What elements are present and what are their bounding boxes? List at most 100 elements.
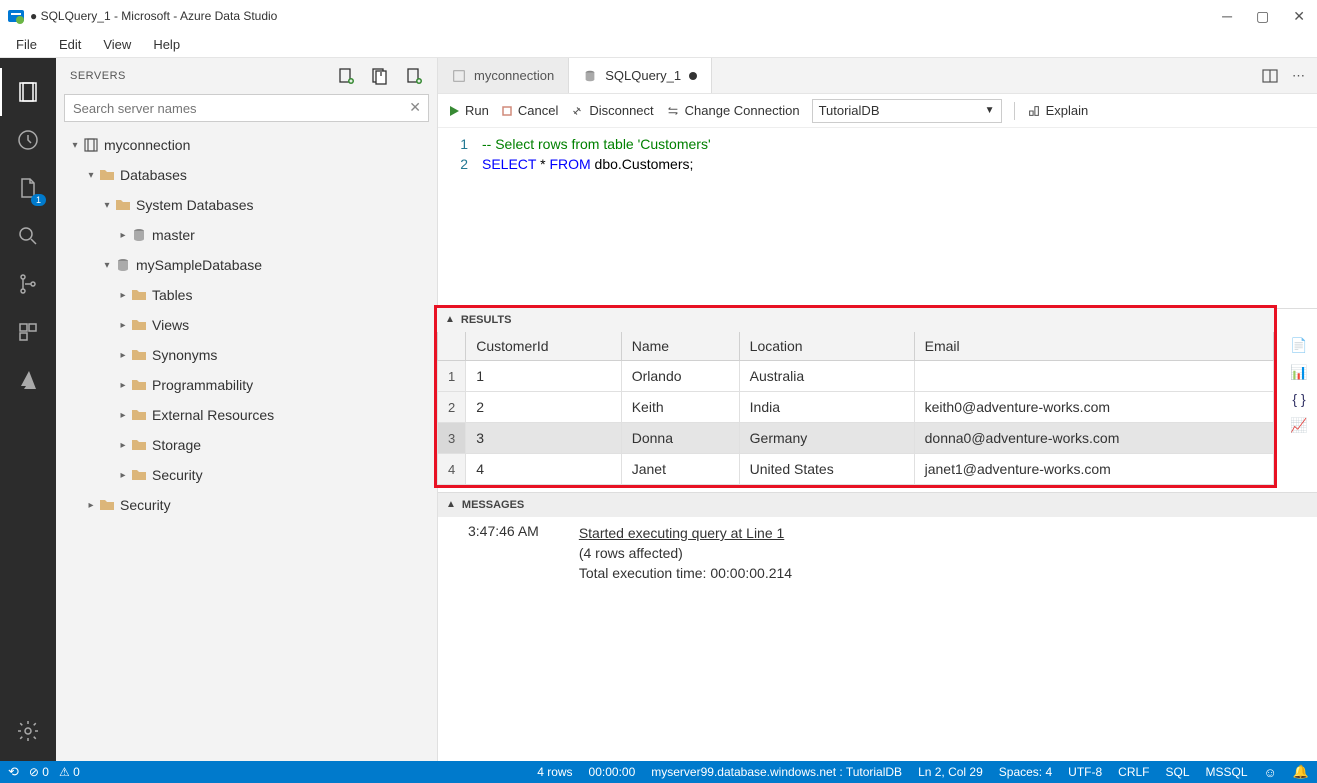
messages-panel: ▲MESSAGES 3:47:46 AM Started executing q… <box>438 492 1317 589</box>
tree-folder-storage[interactable]: ▸Storage <box>56 430 437 460</box>
tree-folder-tables[interactable]: ▸Tables <box>56 280 437 310</box>
disconnect-button[interactable]: Disconnect <box>570 103 653 118</box>
results-panel: ▲RESULTS CustomerId Name Location Email … <box>438 308 1317 761</box>
tree-system-databases[interactable]: ▾System Databases <box>56 190 437 220</box>
tree-folder-synonyms[interactable]: ▸Synonyms <box>56 340 437 370</box>
cancel-button: Cancel <box>501 103 558 118</box>
save-json-icon[interactable]: { } <box>1292 391 1305 407</box>
remote-icon[interactable]: ⟲ <box>8 764 19 780</box>
activitybar: 1 <box>0 58 56 761</box>
col-location[interactable]: Location <box>739 332 914 361</box>
separator <box>1014 102 1015 120</box>
message-line: Total execution time: 00:00:00.214 <box>579 563 792 583</box>
message-time: 3:47:46 AM <box>468 523 539 583</box>
tree-folder-programmability[interactable]: ▸Programmability <box>56 370 437 400</box>
sidebar: SERVERS ✕ ▾myconnection ▾Databases ▾Syst… <box>56 58 438 761</box>
window-title: ● SQLQuery_1 - Microsoft - Azure Data St… <box>30 9 277 23</box>
menubar: File Edit View Help <box>0 32 1317 58</box>
server-icon <box>452 69 466 83</box>
line-gutter: 1 2 <box>438 134 482 308</box>
feedback-icon[interactable]: ☺ <box>1264 765 1277 780</box>
status-rows[interactable]: 4 rows <box>537 765 572 779</box>
status-eol[interactable]: CRLF <box>1118 765 1149 779</box>
messages-header[interactable]: ▲MESSAGES <box>438 493 1317 517</box>
activity-explorer[interactable]: 1 <box>0 164 56 212</box>
database-icon <box>583 69 597 83</box>
save-csv-icon[interactable]: 📄 <box>1290 337 1307 354</box>
activity-settings[interactable] <box>0 707 56 755</box>
run-button[interactable]: Run <box>448 103 489 118</box>
more-actions-icon[interactable]: ⋯ <box>1292 68 1305 84</box>
code-editor[interactable]: 1 2 -- Select rows from table 'Customers… <box>438 128 1317 308</box>
dirty-indicator-icon <box>689 72 697 80</box>
status-elapsed[interactable]: 00:00:00 <box>589 765 636 779</box>
titlebar: ● SQLQuery_1 - Microsoft - Azure Data St… <box>0 0 1317 32</box>
tab-myconnection[interactable]: myconnection <box>438 58 569 93</box>
menu-help[interactable]: Help <box>143 34 190 55</box>
tree-sample-db[interactable]: ▾mySampleDatabase <box>56 250 437 280</box>
save-excel-icon[interactable]: 📊 <box>1290 364 1307 381</box>
tree-folder-views[interactable]: ▸Views <box>56 310 437 340</box>
clear-search-icon[interactable]: ✕ <box>409 99 421 116</box>
search-input[interactable] <box>64 94 429 122</box>
status-mode[interactable]: MSSQL <box>1206 765 1248 779</box>
split-editor-icon[interactable] <box>1262 68 1278 84</box>
table-row[interactable]: 11OrlandoAustralia <box>438 361 1274 392</box>
new-group-icon[interactable] <box>371 67 389 85</box>
editor-toolbar: Run Cancel Disconnect Change Connection … <box>438 94 1317 128</box>
results-actions: 📄 📊 { } 📈 <box>1281 309 1317 492</box>
tree-security[interactable]: ▸Security <box>56 490 437 520</box>
status-errors[interactable]: ⊘ 0 <box>29 765 49 779</box>
tree-master-db[interactable]: ▸master <box>56 220 437 250</box>
status-warnings[interactable]: ⚠ 0 <box>59 765 80 779</box>
message-line: (4 rows affected) <box>579 543 792 563</box>
explain-button[interactable]: Explain <box>1027 103 1089 118</box>
activity-search[interactable] <box>0 212 56 260</box>
new-connection-icon[interactable] <box>337 67 355 85</box>
explorer-badge: 1 <box>31 194 46 206</box>
change-connection-button[interactable]: Change Connection <box>666 103 800 118</box>
tree-folder-external[interactable]: ▸External Resources <box>56 400 437 430</box>
status-position[interactable]: Ln 2, Col 29 <box>918 765 983 779</box>
message-line: Started executing query at Line 1 <box>579 523 792 543</box>
col-customerid[interactable]: CustomerId <box>466 332 621 361</box>
activity-source-control[interactable] <box>0 260 56 308</box>
activity-azure[interactable] <box>0 356 56 404</box>
activity-task-history[interactable] <box>0 116 56 164</box>
results-grid[interactable]: CustomerId Name Location Email 11Orlando… <box>437 332 1274 485</box>
col-email[interactable]: Email <box>914 332 1273 361</box>
database-select[interactable]: TutorialDB▼ <box>812 99 1002 123</box>
menu-edit[interactable]: Edit <box>49 34 91 55</box>
table-row[interactable]: 44JanetUnited Statesjanet1@adventure-wor… <box>438 454 1274 485</box>
activity-extensions[interactable] <box>0 308 56 356</box>
activity-servers[interactable] <box>0 68 56 116</box>
sidebar-title: SERVERS <box>70 70 337 82</box>
col-name[interactable]: Name <box>621 332 739 361</box>
statusbar: ⟲ ⊘ 0 ⚠ 0 4 rows 00:00:00 myserver99.dat… <box>0 761 1317 783</box>
tabs: myconnection SQLQuery_1 ⋯ <box>438 58 1317 94</box>
editor-area: myconnection SQLQuery_1 ⋯ Run Cancel Dis… <box>438 58 1317 761</box>
chart-icon[interactable]: 📈 <box>1290 417 1307 434</box>
app-icon <box>8 8 24 24</box>
new-query-icon[interactable] <box>405 67 423 85</box>
notifications-icon[interactable]: 🔔 <box>1293 764 1309 780</box>
row-header-blank <box>438 332 466 361</box>
window-maximize-button[interactable]: ▢ <box>1256 8 1269 25</box>
tree-databases[interactable]: ▾Databases <box>56 160 437 190</box>
status-server[interactable]: myserver99.database.windows.net : Tutori… <box>651 765 902 779</box>
status-encoding[interactable]: UTF-8 <box>1068 765 1102 779</box>
tree-connection[interactable]: ▾myconnection <box>56 130 437 160</box>
window-minimize-button[interactable]: ─ <box>1222 8 1232 25</box>
results-header[interactable]: ▲RESULTS <box>437 308 1274 332</box>
menu-file[interactable]: File <box>6 34 47 55</box>
status-lang[interactable]: SQL <box>1166 765 1190 779</box>
table-row[interactable]: 33DonnaGermanydonna0@adventure-works.com <box>438 423 1274 454</box>
menu-view[interactable]: View <box>93 34 141 55</box>
chevron-down-icon: ▼ <box>985 105 995 116</box>
tree-folder-security-db[interactable]: ▸Security <box>56 460 437 490</box>
table-row[interactable]: 22KeithIndiakeith0@adventure-works.com <box>438 392 1274 423</box>
status-spaces[interactable]: Spaces: 4 <box>999 765 1052 779</box>
tab-sqlquery[interactable]: SQLQuery_1 <box>569 58 712 93</box>
server-tree: ▾myconnection ▾Databases ▾System Databas… <box>56 128 437 761</box>
window-close-button[interactable]: ✕ <box>1293 8 1305 25</box>
